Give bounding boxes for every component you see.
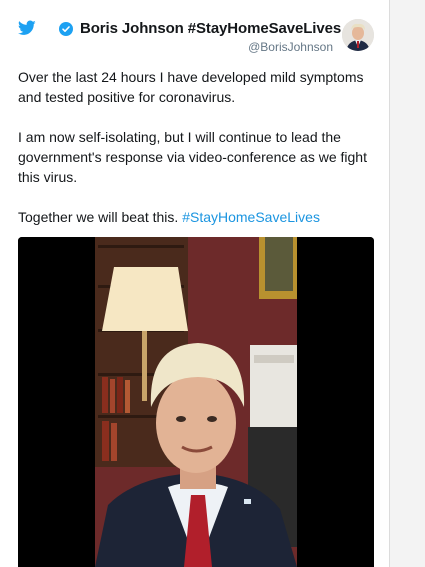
video-frame (18, 237, 374, 567)
hashtag-link[interactable]: #StayHomeSaveLives (182, 209, 320, 225)
display-name[interactable]: Boris Johnson #StayHomeSaveLives (80, 20, 341, 37)
tweet-paragraph: Together we will beat this. #StayHomeSav… (18, 207, 380, 227)
embedded-tweet-card: Boris Johnson #StayHomeSaveLives @BorisJ… (0, 0, 390, 567)
verified-badge-icon (59, 22, 73, 36)
tweet-text: Over the last 24 hours I have developed … (18, 67, 380, 247)
tweet-paragraph: I am now self-isolating, but I will cont… (18, 129, 367, 185)
video-media[interactable] (18, 237, 374, 567)
user-handle[interactable]: @BorisJohnson (248, 40, 333, 54)
avatar[interactable] (342, 19, 374, 51)
avatar-image (342, 19, 374, 51)
twitter-bird-icon[interactable] (18, 20, 36, 36)
tweet-paragraph-text: Together we will beat this. (18, 209, 183, 225)
tweet-paragraph: Over the last 24 hours I have developed … (18, 69, 364, 105)
